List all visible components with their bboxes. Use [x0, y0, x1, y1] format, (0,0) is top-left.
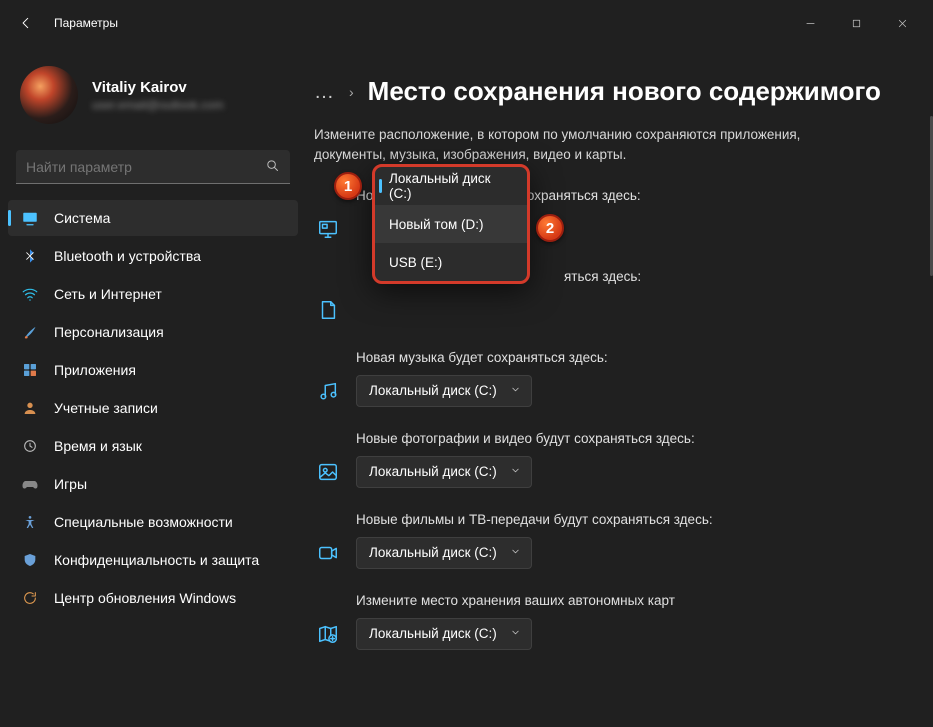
clock-icon — [20, 436, 40, 456]
nav-windows-update[interactable]: Центр обновления Windows — [8, 580, 298, 616]
monitor-icon — [314, 215, 342, 243]
chevron-down-icon — [510, 464, 521, 479]
dropdown-value: Локальный диск (C:) — [369, 383, 497, 398]
nav-list: Система Bluetooth и устройства Сеть и Ин… — [8, 200, 298, 616]
map-icon — [314, 620, 342, 648]
section-photos: Новые фотографии и видео будут сохранять… — [314, 431, 909, 488]
maximize-button[interactable] — [833, 7, 879, 39]
section-maps: Измените место хранения ваших автономных… — [314, 593, 909, 650]
photos-disk-dropdown[interactable]: Локальный диск (C:) — [356, 456, 532, 488]
nav-label: Время и язык — [54, 438, 142, 454]
chevron-down-icon — [510, 626, 521, 641]
user-card[interactable]: Vitaliy Kairov user.email@outlook.com — [8, 46, 298, 144]
movies-disk-dropdown[interactable]: Локальный диск (C:) — [356, 537, 532, 569]
gamepad-icon — [20, 474, 40, 494]
maps-disk-dropdown[interactable]: Локальный диск (C:) — [356, 618, 532, 650]
disk-option-e[interactable]: USB (E:) — [375, 243, 527, 281]
dropdown-value: Локальный диск (C:) — [369, 626, 497, 641]
nav-label: Игры — [54, 476, 87, 492]
nav-label: Центр обновления Windows — [54, 590, 236, 606]
nav-accessibility[interactable]: Специальные возможности — [8, 504, 298, 540]
annotation-badge-2: 2 — [536, 214, 564, 242]
video-icon — [314, 539, 342, 567]
section-music-label: Новая музыка будет сохраняться здесь: — [356, 350, 909, 365]
nav-personalization[interactable]: Персонализация — [8, 314, 298, 350]
image-icon — [314, 458, 342, 486]
nav-label: Приложения — [54, 362, 136, 378]
chevron-right-icon: › — [349, 84, 354, 100]
search-icon — [265, 158, 280, 176]
nav-accounts[interactable]: Учетные записи — [8, 390, 298, 426]
nav-label: Специальные возможности — [54, 514, 233, 530]
music-disk-dropdown[interactable]: Локальный диск (C:) — [356, 375, 532, 407]
disk-option-d[interactable]: Новый том (D:) — [375, 205, 527, 243]
section-movies-label: Новые фильмы и ТВ-передачи будут сохраня… — [356, 512, 909, 527]
nav-time-language[interactable]: Время и язык — [8, 428, 298, 464]
brush-icon — [20, 322, 40, 342]
nav-privacy[interactable]: Конфиденциальность и защита — [8, 542, 298, 578]
update-icon — [20, 588, 40, 608]
chevron-down-icon — [510, 383, 521, 398]
nav-gaming[interactable]: Игры — [8, 466, 298, 502]
section-maps-label: Измените место хранения ваших автономных… — [356, 593, 909, 608]
wifi-icon — [20, 284, 40, 304]
sidebar: Vitaliy Kairov user.email@outlook.com Си… — [0, 46, 306, 727]
window-title: Параметры — [54, 16, 118, 30]
nav-label: Учетные записи — [54, 400, 158, 416]
breadcrumb-more[interactable]: … — [314, 82, 335, 102]
close-button[interactable] — [879, 7, 925, 39]
nav-bluetooth[interactable]: Bluetooth и устройства — [8, 238, 298, 274]
nav-label: Система — [54, 210, 110, 226]
nav-network[interactable]: Сеть и Интернет — [8, 276, 298, 312]
nav-label: Bluetooth и устройства — [54, 248, 201, 264]
user-email: user.email@outlook.com — [92, 98, 224, 112]
disk-option-c[interactable]: Локальный диск (C:) — [375, 167, 527, 205]
section-music: Новая музыка будет сохраняться здесь: Ло… — [314, 350, 909, 407]
accessibility-icon — [20, 512, 40, 532]
bluetooth-icon — [20, 246, 40, 266]
page-title: Место сохранения нового содержимого — [368, 76, 881, 107]
document-icon — [314, 296, 342, 324]
search-box[interactable] — [16, 150, 290, 184]
back-button[interactable] — [12, 9, 40, 37]
user-info: Vitaliy Kairov user.email@outlook.com — [92, 79, 224, 112]
system-icon — [20, 208, 40, 228]
nav-apps[interactable]: Приложения — [8, 352, 298, 388]
avatar — [20, 66, 78, 124]
music-icon — [314, 377, 342, 405]
chevron-down-icon — [510, 545, 521, 560]
disk-dropdown-open: 1 2 Локальный диск (C:) Новый том (D:) U… — [372, 164, 530, 284]
content-area: … › Место сохранения нового содержимого … — [306, 46, 933, 727]
breadcrumb: … › Место сохранения нового содержимого — [314, 76, 909, 107]
apps-icon — [20, 360, 40, 380]
dropdown-value: Локальный диск (C:) — [369, 545, 497, 560]
section-photos-label: Новые фотографии и видео будут сохранять… — [356, 431, 909, 446]
titlebar: Параметры — [0, 0, 933, 46]
person-icon — [20, 398, 40, 418]
nav-label: Сеть и Интернет — [54, 286, 162, 302]
nav-system[interactable]: Система — [8, 200, 298, 236]
section-movies: Новые фильмы и ТВ-передачи будут сохраня… — [314, 512, 909, 569]
nav-label: Персонализация — [54, 324, 164, 340]
user-name: Vitaliy Kairov — [92, 79, 224, 96]
page-description: Измените расположение, в котором по умол… — [314, 125, 874, 166]
annotation-badge-1: 1 — [334, 172, 362, 200]
shield-icon — [20, 550, 40, 570]
search-input[interactable] — [26, 159, 265, 175]
dropdown-value: Локальный диск (C:) — [369, 464, 497, 479]
nav-label: Конфиденциальность и защита — [54, 552, 259, 568]
minimize-button[interactable] — [787, 7, 833, 39]
